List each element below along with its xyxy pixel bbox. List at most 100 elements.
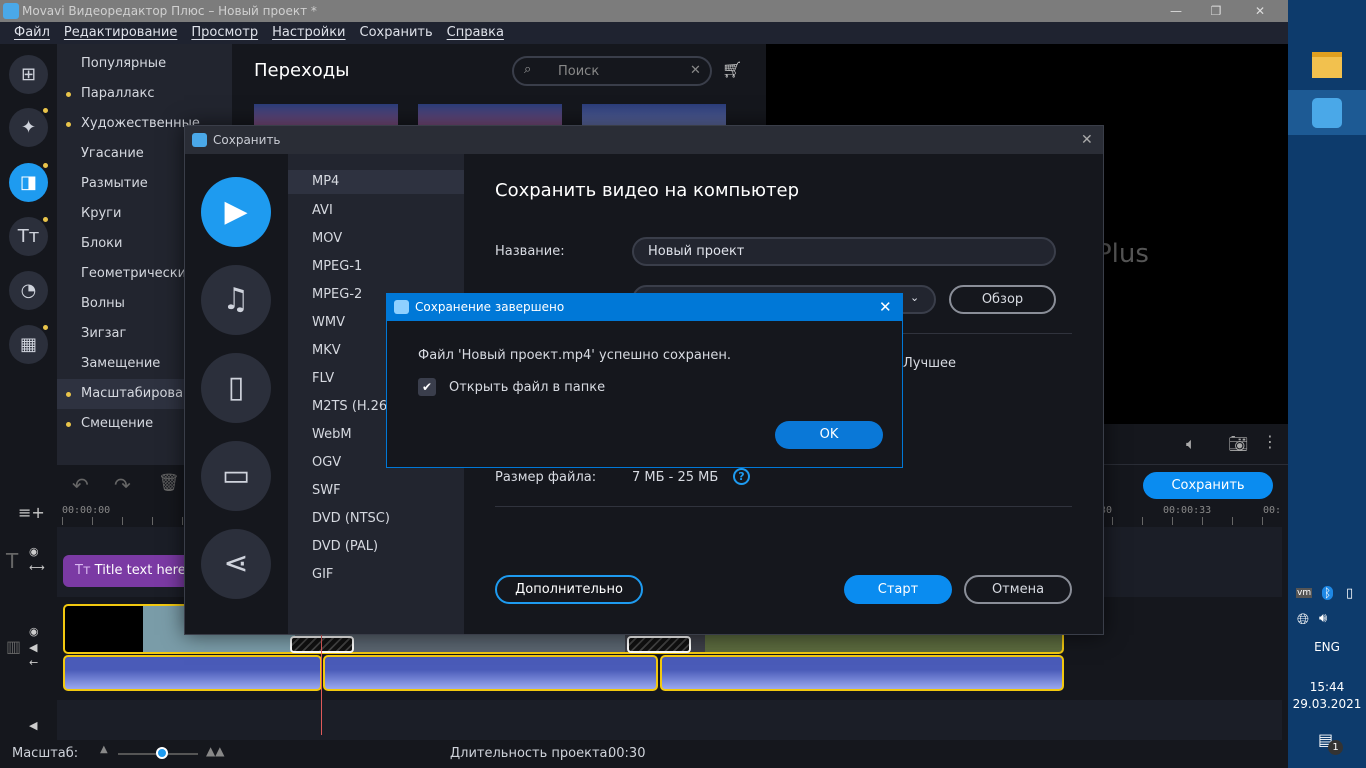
category-item[interactable]: Смещение xyxy=(81,416,153,431)
open-folder-checkbox[interactable]: ✔ xyxy=(418,378,436,396)
tv-export-icon[interactable]: ▭ xyxy=(201,441,271,511)
category-item[interactable]: Блоки xyxy=(81,236,122,251)
format-item[interactable]: FLV xyxy=(312,371,334,386)
advanced-button[interactable]: Дополнительно xyxy=(495,575,643,604)
eye-icon[interactable]: ◉ xyxy=(29,625,39,638)
format-item[interactable]: WebM xyxy=(312,427,352,442)
clock-time[interactable]: 15:44 xyxy=(1288,680,1366,694)
format-item[interactable]: MKV xyxy=(312,343,341,358)
category-item[interactable]: Зигзаг xyxy=(81,326,126,341)
more-tools-icon[interactable]: ▦ xyxy=(9,325,48,364)
clock-date[interactable]: 29.03.2021 xyxy=(1288,697,1366,711)
import-icon[interactable]: ⊞ xyxy=(9,55,48,94)
redo-icon[interactable]: ↷ xyxy=(114,473,131,497)
delete-icon[interactable]: 🗑︎ xyxy=(158,473,180,493)
bluetooth-icon[interactable]: ᛒ xyxy=(1322,586,1334,600)
close-icon[interactable]: ✕ xyxy=(879,294,892,321)
titles-icon[interactable]: Tт xyxy=(9,217,48,256)
zoom-in-icon[interactable]: ▲▲ xyxy=(206,744,224,758)
transition-marker[interactable] xyxy=(290,636,354,653)
network-icon[interactable]: 🌐︎ xyxy=(1297,610,1309,628)
cancel-button[interactable]: Отмена xyxy=(964,575,1072,604)
category-item[interactable]: Размытие xyxy=(81,176,148,191)
audio-export-icon[interactable]: ♫ xyxy=(201,265,271,335)
format-item[interactable]: OGV xyxy=(312,455,341,470)
menu-edit[interactable]: Редактирование xyxy=(57,22,184,44)
ok-button[interactable]: OK xyxy=(775,421,883,449)
maximize-button[interactable]: ❐ xyxy=(1196,0,1236,22)
usb-icon[interactable]: ▯ xyxy=(1346,586,1353,601)
category-item[interactable]: Параллакс xyxy=(81,86,155,101)
speaker-icon[interactable]: 🔊︎ xyxy=(1319,611,1327,626)
snapshot-icon[interactable]: 📷︎ xyxy=(1228,434,1248,453)
format-item[interactable]: AVI xyxy=(312,203,333,218)
search-input[interactable]: Поиск xyxy=(558,64,599,79)
movavi-taskbar-item[interactable] xyxy=(1288,90,1366,135)
notifications-badge: 1 xyxy=(1328,740,1343,755)
format-item[interactable]: MPEG-1 xyxy=(312,259,362,274)
device-export-icon[interactable]: ▯ xyxy=(201,353,271,423)
more-icon[interactable]: ⋮ xyxy=(1262,432,1278,451)
format-item[interactable]: MPEG-2 xyxy=(312,287,362,302)
format-item[interactable]: MOV xyxy=(312,231,342,246)
video-export-icon[interactable]: ▶ xyxy=(201,177,271,247)
vmware-icon[interactable]: vm xyxy=(1296,588,1313,598)
transition-thumb[interactable] xyxy=(254,104,398,126)
close-button[interactable]: ✕ xyxy=(1240,0,1280,22)
audio-track xyxy=(57,700,1282,740)
audio-clip[interactable] xyxy=(660,655,1064,691)
scale-slider-handle[interactable] xyxy=(156,747,168,759)
format-item[interactable]: GIF xyxy=(312,567,333,582)
clear-search-icon[interactable]: ✕ xyxy=(690,63,701,78)
undo-icon[interactable]: ↶ xyxy=(72,473,89,497)
category-item[interactable]: Художественные xyxy=(81,116,200,131)
share-icon[interactable]: ⋖ xyxy=(201,529,271,599)
transitions-icon[interactable]: ◨ xyxy=(9,163,48,202)
transition-marker[interactable] xyxy=(627,636,691,653)
magic-wand-icon[interactable]: ✦ xyxy=(9,108,48,147)
minimize-button[interactable]: — xyxy=(1156,0,1196,22)
category-item[interactable]: Популярные xyxy=(81,56,166,71)
text-track-icon: T xyxy=(6,549,19,573)
menu-help[interactable]: Справка xyxy=(440,22,511,44)
eye-icon[interactable]: ◉ xyxy=(29,545,39,558)
category-item[interactable]: Круги xyxy=(81,206,121,221)
language-indicator[interactable]: ENG xyxy=(1288,640,1366,654)
transition-thumb[interactable] xyxy=(418,104,562,126)
format-item[interactable]: WMV xyxy=(312,315,345,330)
file-explorer-icon[interactable] xyxy=(1312,52,1342,78)
browse-button[interactable]: Обзор xyxy=(949,285,1056,314)
save-button[interactable]: Сохранить xyxy=(1143,472,1273,499)
stickers-icon[interactable]: ◔ xyxy=(9,271,48,310)
menu-settings[interactable]: Настройки xyxy=(265,22,352,44)
title-clip[interactable]: Tт Title text here xyxy=(63,555,193,587)
close-icon[interactable]: ✕ xyxy=(1081,126,1093,154)
link-icon[interactable]: ⟷ xyxy=(29,561,45,574)
checkbox-label[interactable]: Открыть файл в папке xyxy=(449,380,605,395)
volume-icon[interactable]: ◀ xyxy=(29,719,37,732)
name-input[interactable]: Новый проект xyxy=(632,237,1056,266)
cart-icon[interactable]: 🛒︎ xyxy=(722,60,742,79)
quality-value[interactable]: Лучшее xyxy=(903,356,956,371)
category-item[interactable]: Угасание xyxy=(81,146,144,161)
menu-file[interactable]: Файл xyxy=(0,22,57,44)
audio-clip[interactable] xyxy=(323,655,658,691)
detach-audio-icon[interactable]: ← xyxy=(29,656,38,669)
format-item[interactable]: DVD (PAL) xyxy=(312,539,378,554)
format-item[interactable]: SWF xyxy=(312,483,341,498)
mute-icon[interactable]: ◀ xyxy=(29,641,37,654)
format-item[interactable]: MP4 xyxy=(288,170,464,194)
format-item[interactable]: DVD (NTSC) xyxy=(312,511,390,526)
category-item[interactable]: Волны xyxy=(81,296,125,311)
transition-thumb[interactable] xyxy=(582,104,726,126)
start-button[interactable]: Старт xyxy=(844,575,952,604)
zoom-out-icon[interactable]: ▲ xyxy=(100,744,108,755)
volume-icon[interactable]: 🔈︎ xyxy=(1186,434,1196,454)
category-item[interactable]: Геометрические xyxy=(81,266,194,281)
menu-view[interactable]: Просмотр xyxy=(184,22,265,44)
help-icon[interactable]: ? xyxy=(733,468,750,485)
category-item[interactable]: Замещение xyxy=(81,356,160,371)
add-track-icon[interactable]: ≡+ xyxy=(18,503,45,522)
audio-clip[interactable] xyxy=(63,655,322,691)
menu-save[interactable]: Сохранить xyxy=(353,22,440,44)
